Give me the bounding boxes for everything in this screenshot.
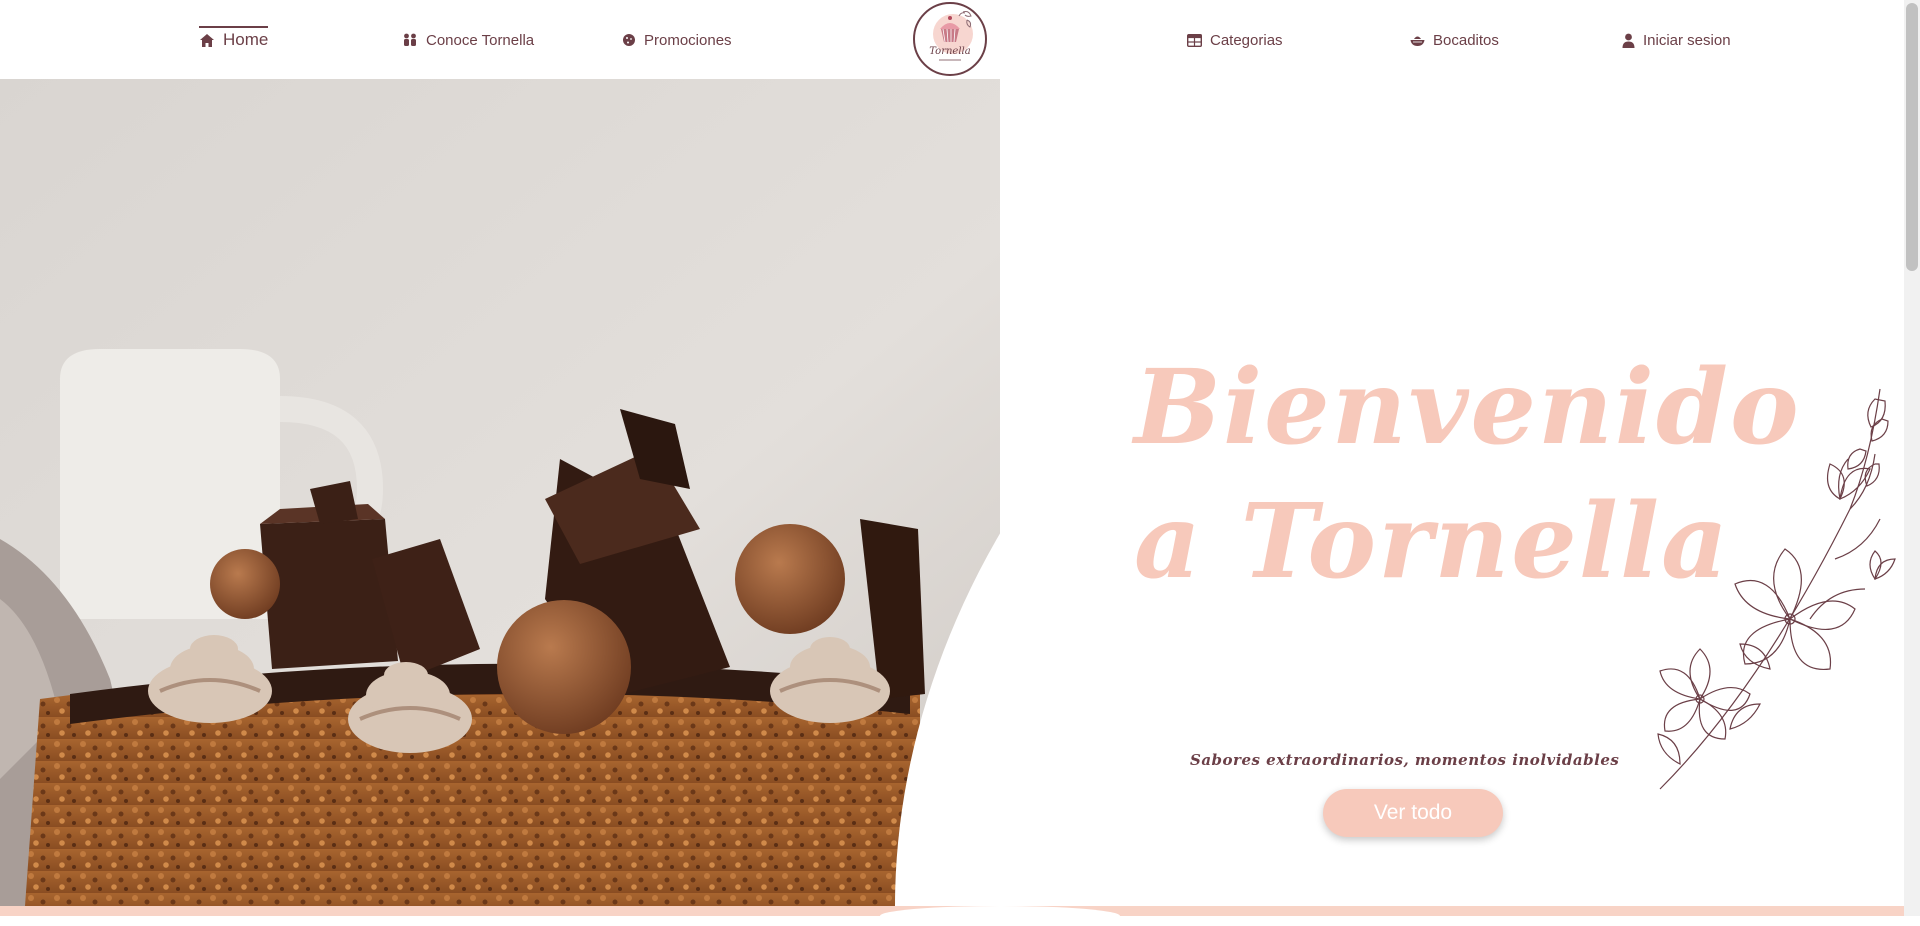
- nav-promociones[interactable]: Promociones: [622, 24, 732, 56]
- cupcake-icon: Tornella: [929, 11, 973, 61]
- user-icon: [1622, 33, 1635, 48]
- hero-section: Bienvenido a Tornella Sabores extraordin…: [0, 79, 1904, 906]
- bottom-arc-decoration: [880, 906, 1120, 926]
- nav-bocaditos[interactable]: Bocaditos: [1410, 24, 1499, 56]
- nav-bocaditos-label: Bocaditos: [1433, 31, 1499, 49]
- top-navbar: Home Conoce Tornella Promociones Tornell…: [0, 0, 1904, 79]
- table-icon: [1187, 33, 1202, 47]
- ver-todo-button[interactable]: Ver todo: [1323, 789, 1503, 837]
- nav-iniciar-sesion-label: Iniciar sesion: [1643, 31, 1731, 49]
- nav-home[interactable]: Home: [199, 24, 269, 56]
- hero-subtitle: Sabores extraordinarios, momentos inolvi…: [1190, 751, 1620, 769]
- nav-categorias[interactable]: Categorias: [1187, 24, 1283, 56]
- cookie-icon: [623, 34, 635, 46]
- nav-home-label: Home: [223, 30, 269, 49]
- nav-conoce-tornella-label: Conoce Tornella: [426, 31, 535, 49]
- logo-text: Tornella: [929, 46, 970, 57]
- nav-conoce-tornella[interactable]: Conoce Tornella: [402, 24, 534, 56]
- tornella-logo[interactable]: Tornella: [913, 2, 987, 76]
- nav-iniciar-sesion[interactable]: Iniciar sesion: [1622, 24, 1731, 56]
- bowl-icon: [1410, 36, 1425, 46]
- home-icon: [200, 33, 214, 47]
- people-icon: [404, 33, 416, 46]
- nav-promociones-label: Promociones: [644, 31, 732, 49]
- flower-line-art: [1657, 388, 1896, 790]
- scrollbar-thumb[interactable]: [1906, 3, 1918, 271]
- nav-categorias-label: Categorias: [1210, 31, 1283, 49]
